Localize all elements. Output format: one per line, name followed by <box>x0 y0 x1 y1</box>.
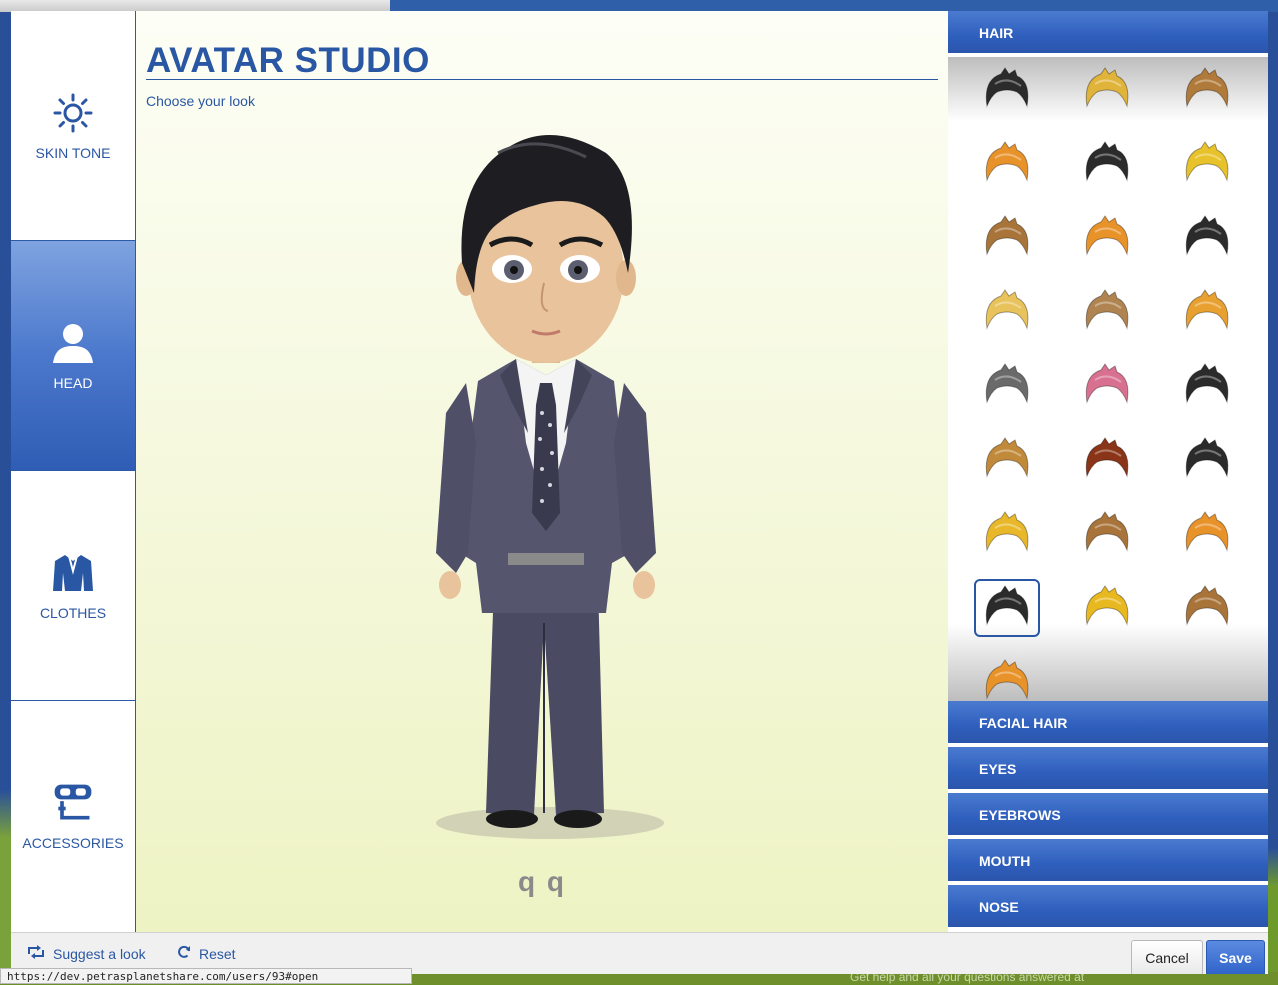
hair-option[interactable] <box>1174 357 1240 415</box>
category-skin-tone[interactable]: SKIN TONE <box>11 11 135 241</box>
cancel-button[interactable]: Cancel <box>1131 940 1203 974</box>
avatar-preview-area: AVATAR STUDIO Choose your look q q <box>136 11 948 932</box>
category-head[interactable]: HEAD <box>11 241 135 471</box>
section-nose[interactable]: NOSE <box>948 885 1268 929</box>
status-bar-url: https://dev.petrasplanetshare.com/users/… <box>0 968 412 984</box>
hair-option[interactable] <box>1074 283 1140 341</box>
hair-style-icon <box>1085 363 1129 404</box>
category-label: ACCESSORIES <box>22 835 124 851</box>
hair-option[interactable] <box>1174 283 1240 341</box>
avatar-studio-modal: SKIN TONE HEAD CLOTHES ACCESSORIES AVATA… <box>11 11 1268 974</box>
hair-option[interactable] <box>1174 431 1240 489</box>
hair-option[interactable] <box>1174 505 1240 563</box>
person-icon <box>51 321 95 365</box>
page-subtitle: Choose your look <box>146 93 255 109</box>
hair-style-icon <box>1185 67 1229 108</box>
hair-option[interactable] <box>974 357 1040 415</box>
hair-option[interactable] <box>1074 505 1140 563</box>
hair-option[interactable] <box>1074 61 1140 119</box>
section-eyebrows[interactable]: EYEBROWS <box>948 793 1268 837</box>
hair-style-icon <box>1185 289 1229 330</box>
sun-icon <box>51 91 95 135</box>
background-page-left <box>0 12 11 984</box>
title-divider <box>146 79 938 80</box>
hair-option[interactable] <box>974 209 1040 267</box>
hair-option[interactable] <box>974 505 1040 563</box>
hair-option[interactable] <box>974 135 1040 193</box>
hair-style-icon <box>985 585 1029 626</box>
avatar-figure <box>436 135 664 839</box>
section-facial-hair[interactable]: FACIAL HAIR <box>948 701 1268 745</box>
section-mouth[interactable]: MOUTH <box>948 839 1268 883</box>
save-button[interactable]: Save <box>1206 940 1265 974</box>
hair-option[interactable] <box>1174 135 1240 193</box>
hair-style-icon <box>1085 437 1129 478</box>
hair-option[interactable] <box>1074 357 1140 415</box>
hair-style-icon <box>985 363 1029 404</box>
hair-option[interactable] <box>1074 209 1140 267</box>
hair-style-icon <box>985 215 1029 256</box>
hair-option[interactable] <box>1174 209 1240 267</box>
refresh-icon <box>177 945 191 962</box>
hair-style-icon <box>1185 585 1229 626</box>
background-page-right <box>1268 12 1278 984</box>
reset-button[interactable]: Reset <box>177 945 236 962</box>
hair-style-icon <box>985 141 1029 182</box>
category-clothes[interactable]: CLOTHES <box>11 471 135 701</box>
page-title: AVATAR STUDIO <box>146 41 430 80</box>
section-hair[interactable]: HAIR <box>948 11 1268 55</box>
hair-style-icon <box>1085 215 1129 256</box>
hair-style-icon <box>1085 67 1129 108</box>
hair-style-icon <box>985 659 1029 700</box>
avatar-name-label: q q <box>518 866 566 897</box>
hair-style-icon <box>1185 437 1229 478</box>
hair-option[interactable] <box>974 61 1040 119</box>
hair-option[interactable] <box>974 653 1040 701</box>
hair-style-icon <box>985 289 1029 330</box>
jacket-icon <box>51 551 95 595</box>
hair-style-icon <box>985 437 1029 478</box>
hair-options-grid <box>948 57 1268 701</box>
hair-option[interactable] <box>974 283 1040 341</box>
category-label: SKIN TONE <box>35 144 111 161</box>
hair-style-icon <box>1185 215 1229 256</box>
category-label: HEAD <box>53 374 93 391</box>
hair-option[interactable] <box>1074 579 1140 637</box>
hair-style-icon <box>1085 141 1129 182</box>
suggest-look-label: Suggest a look <box>53 945 146 962</box>
hair-style-icon <box>1085 585 1129 626</box>
shuffle-icon <box>27 945 45 962</box>
category-accessories[interactable]: ACCESSORIES <box>11 701 135 931</box>
hair-option[interactable] <box>1174 61 1240 119</box>
hair-style-icon <box>1185 511 1229 552</box>
hair-option[interactable] <box>1074 431 1140 489</box>
hair-style-icon <box>985 511 1029 552</box>
hair-style-icon <box>1085 511 1129 552</box>
goggles-snorkel-icon <box>51 781 95 825</box>
hair-option[interactable] <box>1174 579 1240 637</box>
hair-style-icon <box>1185 363 1229 404</box>
hair-style-icon <box>985 67 1029 108</box>
suggest-look-button[interactable]: Suggest a look <box>27 945 146 962</box>
hair-option[interactable] <box>1074 135 1140 193</box>
hair-style-icon <box>1185 141 1229 182</box>
hair-style-icon <box>1085 289 1129 330</box>
category-label: CLOTHES <box>39 604 107 621</box>
reset-label: Reset <box>199 945 236 962</box>
hair-option[interactable] <box>974 431 1040 489</box>
hair-option[interactable] <box>974 579 1040 637</box>
section-eyes[interactable]: EYES <box>948 747 1268 791</box>
options-panel: HAIR FACIAL HAIR EYES EYEBROWS MOUTH NOS… <box>948 11 1268 932</box>
category-sidebar: SKIN TONE HEAD CLOTHES ACCESSORIES <box>11 11 136 932</box>
